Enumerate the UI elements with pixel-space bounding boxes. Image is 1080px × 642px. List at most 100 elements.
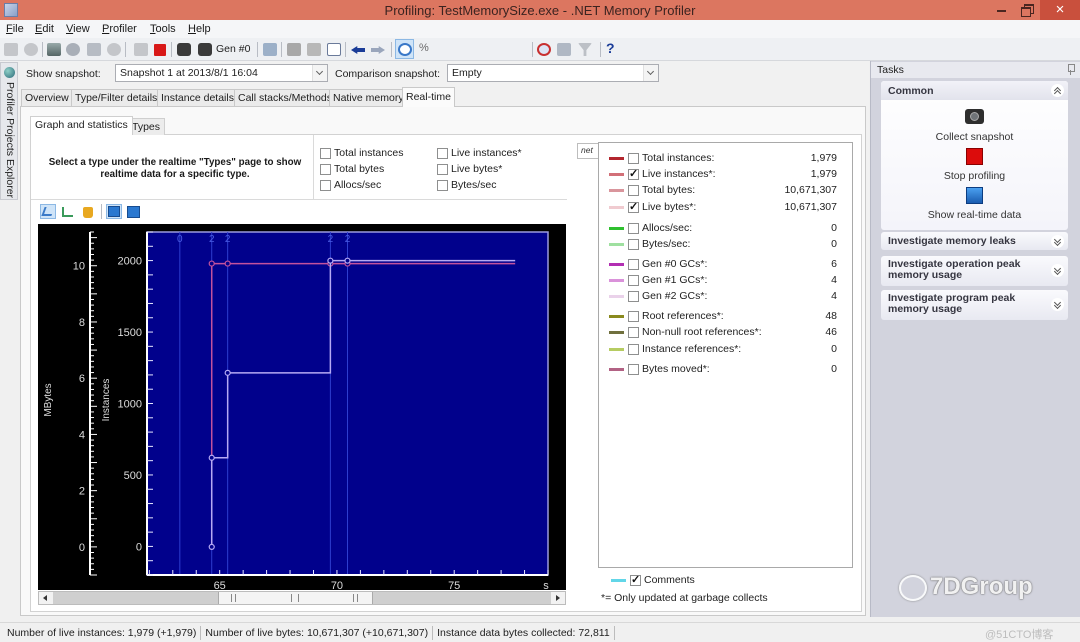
profile-application-icon[interactable]: [47, 43, 61, 56]
pin-icon[interactable]: [1066, 64, 1075, 75]
zoom-tool-icon[interactable]: [62, 207, 73, 217]
no-entry-icon[interactable]: [537, 43, 551, 56]
back-arrow-icon[interactable]: [351, 46, 365, 54]
new-project-icon[interactable]: [4, 43, 18, 56]
minimize-button[interactable]: [997, 10, 1006, 12]
restore-button[interactable]: [1021, 4, 1034, 17]
collapse-icon[interactable]: [1051, 84, 1064, 97]
checkbox-allocs-sec[interactable]: Allocs/sec: [320, 179, 437, 191]
tab-instance-details[interactable]: Instance details: [157, 89, 238, 106]
subtab-graph-and-statistics[interactable]: Graph and statistics: [30, 116, 133, 135]
forward-arrow-icon[interactable]: [371, 46, 385, 54]
checkbox[interactable]: [437, 179, 448, 191]
stat-label: Live bytes*:: [642, 201, 697, 213]
compare-snapshots-icon[interactable]: [263, 43, 277, 56]
checkbox[interactable]: [628, 363, 639, 375]
tab-native-memory[interactable]: Native memory: [329, 89, 408, 106]
chart-time-scrollbar[interactable]: [38, 591, 566, 605]
range-start-handle[interactable]: [231, 594, 236, 602]
expand-icon[interactable]: [1051, 298, 1064, 311]
menu-profiler[interactable]: Profiler: [102, 23, 137, 35]
range-end-handle[interactable]: [353, 594, 358, 602]
checkbox[interactable]: [628, 290, 639, 302]
checkbox[interactable]: [320, 179, 331, 191]
lock-icon[interactable]: [83, 207, 93, 218]
realtime-data-icon[interactable]: [966, 187, 983, 204]
section-investigate-operation-peak[interactable]: Investigate operation peak memory usage: [881, 256, 1068, 286]
mbytes-axis-title: MBytes: [43, 383, 54, 416]
checkbox[interactable]: [628, 238, 639, 250]
status-bar: Number of live instances: 1,979 (+1,979)…: [0, 622, 1080, 642]
tab-type-filter-details[interactable]: Type/Filter details: [71, 89, 162, 106]
stopwatch-icon[interactable]: [398, 43, 412, 56]
checkbox-total-instances[interactable]: Total instances: [320, 147, 437, 159]
open-project-icon[interactable]: [24, 43, 38, 56]
scroll-right-button[interactable]: [551, 592, 565, 604]
checkbox[interactable]: [628, 310, 639, 322]
checkbox[interactable]: [320, 147, 331, 159]
tab-real-time[interactable]: Real-time: [402, 87, 455, 107]
checkbox[interactable]: [628, 222, 639, 234]
scroll-left-button[interactable]: [39, 592, 53, 604]
menu-edit[interactable]: Edit: [35, 23, 54, 35]
stop-profiling-icon[interactable]: [154, 44, 166, 56]
checkbox-total-bytes[interactable]: Total bytes: [320, 163, 437, 175]
stop-icon[interactable]: [966, 148, 983, 165]
pause-icon[interactable]: [134, 43, 148, 56]
tab-call-stacks-methods[interactable]: Call stacks/Methods: [234, 89, 336, 106]
menu-view[interactable]: View: [66, 23, 90, 35]
section-investigate-program-peak[interactable]: Investigate program peak memory usage: [881, 290, 1068, 320]
comments-checkbox[interactable]: [630, 573, 641, 586]
checkbox[interactable]: [628, 184, 639, 196]
import-dump-icon[interactable]: [87, 43, 101, 56]
help-icon[interactable]: ?: [606, 40, 615, 56]
graph-icon[interactable]: [327, 43, 341, 56]
snapshot-compare-icon[interactable]: [307, 43, 321, 56]
profiler-projects-explorer-tab[interactable]: Profiler Projects Explorer: [0, 62, 18, 200]
section-investigate-memory-leaks[interactable]: Investigate memory leaks: [881, 232, 1068, 250]
toolbar-separator: [345, 42, 346, 57]
stats-tab-net[interactable]: net: [577, 143, 599, 159]
checkbox[interactable]: [320, 163, 331, 175]
checkbox[interactable]: [437, 163, 448, 175]
checkbox[interactable]: [628, 326, 639, 338]
realtime-chart-svg[interactable]: 0 2 2 2 265 70 75 s0500100015002000Instances024…: [38, 224, 566, 592]
show-snapshot-combo[interactable]: Snapshot 1 at 2013/8/1 16:04: [115, 64, 328, 82]
realtime-chart[interactable]: 0 2 2 2 2 65 70 75 s 0 500 1000 1500 2000 Instances 0 2 4…: [38, 224, 566, 592]
expand-icon[interactable]: [1051, 235, 1064, 248]
close-button[interactable]: [1040, 0, 1080, 20]
collect-snapshot-icon[interactable]: [177, 43, 191, 56]
menu-help[interactable]: Help: [188, 23, 211, 35]
split-view-icon[interactable]: [127, 206, 140, 218]
tab-overview[interactable]: Overview: [21, 89, 73, 106]
find-icon[interactable]: [557, 43, 571, 56]
menu-file[interactable]: File: [6, 23, 24, 35]
scroll-range-thumb[interactable]: [218, 592, 373, 604]
dropdown-arrow-icon[interactable]: [312, 65, 327, 81]
percent-icon[interactable]: %: [419, 42, 429, 54]
checkbox[interactable]: [628, 200, 639, 213]
task-collect-snapshot[interactable]: Collect snapshot: [881, 131, 1068, 143]
filter-icon[interactable]: [578, 43, 592, 56]
profile-service-icon[interactable]: [107, 43, 121, 56]
checkbox[interactable]: [628, 167, 639, 180]
dropdown-arrow-icon[interactable]: [643, 65, 658, 81]
snapshot-view-icon[interactable]: [287, 43, 301, 56]
task-show-realtime-data[interactable]: Show real-time data: [881, 209, 1068, 221]
checkbox-live-bytes[interactable]: Live bytes*: [437, 163, 554, 175]
comparison-snapshot-combo[interactable]: Empty: [447, 64, 659, 82]
checkbox-bytes-sec[interactable]: Bytes/sec: [437, 179, 554, 191]
range-center-grip[interactable]: [291, 594, 299, 602]
task-stop-profiling[interactable]: Stop profiling: [881, 170, 1068, 182]
checkbox[interactable]: [437, 147, 448, 159]
expand-icon[interactable]: [1051, 264, 1064, 277]
checkbox-live-instances[interactable]: Live instances*: [437, 147, 554, 159]
checkbox[interactable]: [628, 343, 639, 355]
checkbox[interactable]: [628, 274, 639, 286]
attach-process-icon[interactable]: [66, 43, 80, 56]
checkbox[interactable]: [628, 152, 639, 164]
gen0-label[interactable]: Gen #0: [216, 43, 250, 55]
checkbox[interactable]: [628, 258, 639, 270]
collect-gen0-snapshot-icon[interactable]: [198, 43, 212, 56]
menu-tools[interactable]: Tools: [150, 23, 176, 35]
